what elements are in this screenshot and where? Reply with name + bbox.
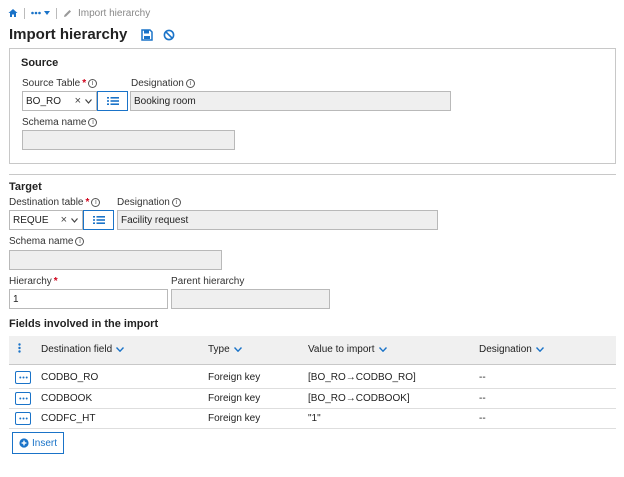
cell-value-to-import: [BO_RO→CODBO_RO] bbox=[303, 368, 474, 389]
info-icon[interactable]: i bbox=[91, 198, 101, 207]
source-designation-field: Booking room bbox=[130, 91, 451, 111]
table-row: CODBOOK Foreign key [BO_RO→CODBOOK] -- bbox=[9, 388, 616, 409]
home-icon[interactable] bbox=[8, 8, 18, 18]
hierarchy-input[interactable]: 1 bbox=[9, 289, 168, 309]
cell-designation: -- bbox=[474, 368, 616, 389]
cancel-icon bbox=[163, 29, 175, 41]
more-icon[interactable] bbox=[31, 11, 50, 15]
hierarchy-label: Hierarchy * bbox=[9, 276, 58, 287]
row-menu-button[interactable] bbox=[15, 391, 31, 405]
cell-destination-field: CODFC_HT bbox=[33, 408, 203, 429]
source-table-label: Source Table * i bbox=[22, 78, 98, 89]
destination-table-input[interactable]: REQUE × bbox=[9, 210, 83, 230]
cell-designation: -- bbox=[474, 388, 616, 409]
target-schema-label: Schema name i bbox=[9, 236, 85, 247]
column-value-to-import[interactable]: Value to import bbox=[303, 336, 474, 365]
parent-hierarchy-field bbox=[171, 289, 330, 309]
list-icon bbox=[106, 97, 119, 105]
row-menu-button[interactable] bbox=[15, 371, 31, 385]
clear-icon[interactable]: × bbox=[75, 95, 81, 107]
insert-button[interactable]: Insert bbox=[12, 432, 64, 454]
breadcrumb: Import hierarchy bbox=[8, 6, 150, 20]
pencil-icon bbox=[63, 9, 72, 18]
more-vertical-icon bbox=[18, 343, 21, 353]
chevron-down-icon bbox=[44, 11, 50, 15]
chevron-down-icon bbox=[535, 347, 544, 353]
info-icon[interactable]: i bbox=[171, 198, 181, 207]
cell-type: Foreign key bbox=[203, 388, 303, 409]
chevron-down-icon[interactable] bbox=[71, 215, 78, 226]
breadcrumb-separator bbox=[56, 7, 57, 19]
destination-table-list-button[interactable] bbox=[83, 210, 114, 230]
target-designation-label: Designation i bbox=[117, 197, 181, 208]
cancel-button[interactable] bbox=[161, 27, 177, 43]
chevron-down-icon bbox=[116, 347, 125, 353]
save-button[interactable] bbox=[139, 27, 155, 43]
info-icon[interactable]: i bbox=[75, 237, 85, 246]
target-designation-field: Facility request bbox=[117, 210, 438, 230]
chevron-down-icon bbox=[378, 347, 387, 353]
chevron-down-icon[interactable] bbox=[85, 96, 92, 107]
info-icon[interactable]: i bbox=[88, 79, 98, 88]
cell-type: Foreign key bbox=[203, 368, 303, 389]
fields-table: Destination field Type Value to import D… bbox=[9, 336, 616, 429]
more-icon bbox=[18, 417, 28, 419]
column-destination-field[interactable]: Destination field bbox=[33, 336, 203, 365]
column-designation[interactable]: Designation bbox=[474, 336, 616, 365]
source-schema-field bbox=[22, 130, 235, 150]
breadcrumb-separator bbox=[24, 7, 25, 19]
source-table-list-button[interactable] bbox=[97, 91, 128, 111]
destination-table-label: Destination table * i bbox=[9, 197, 101, 208]
table-row: CODBO_RO Foreign key [BO_RO→CODBO_RO] -- bbox=[9, 368, 616, 389]
target-schema-field bbox=[9, 250, 222, 270]
chevron-down-icon bbox=[233, 347, 242, 353]
source-section-title: Source bbox=[21, 57, 59, 69]
info-icon[interactable]: i bbox=[185, 79, 195, 88]
row-menu-button[interactable] bbox=[15, 411, 31, 425]
save-icon bbox=[141, 29, 153, 41]
cell-designation: -- bbox=[474, 408, 616, 429]
table-header: Destination field Type Value to import D… bbox=[9, 336, 616, 365]
more-icon bbox=[18, 376, 28, 379]
list-icon bbox=[92, 216, 105, 224]
column-menu[interactable] bbox=[9, 336, 33, 365]
info-icon[interactable]: i bbox=[88, 118, 98, 127]
source-table-input[interactable]: BO_RO × bbox=[22, 91, 97, 111]
cell-destination-field: CODBOOK bbox=[33, 388, 203, 409]
table-row: CODFC_HT Foreign key "1" -- bbox=[9, 408, 616, 429]
column-type[interactable]: Type bbox=[203, 336, 303, 365]
source-schema-label: Schema name i bbox=[22, 117, 98, 128]
divider bbox=[9, 174, 616, 175]
cell-value-to-import: [BO_RO→CODBOOK] bbox=[303, 388, 474, 409]
cell-value-to-import: "1" bbox=[303, 408, 474, 429]
breadcrumb-current: Import hierarchy bbox=[78, 7, 151, 19]
target-section-title: Target bbox=[9, 181, 42, 193]
plus-circle-icon bbox=[19, 438, 29, 448]
clear-icon[interactable]: × bbox=[61, 214, 67, 226]
cell-type: Foreign key bbox=[203, 408, 303, 429]
page-title: Import hierarchy bbox=[9, 26, 128, 43]
cell-destination-field: CODBO_RO bbox=[33, 368, 203, 389]
parent-hierarchy-label: Parent hierarchy bbox=[171, 276, 245, 287]
fields-title: Fields involved in the import bbox=[9, 318, 159, 330]
more-icon bbox=[18, 397, 28, 399]
source-designation-label: Designation i bbox=[131, 78, 195, 89]
